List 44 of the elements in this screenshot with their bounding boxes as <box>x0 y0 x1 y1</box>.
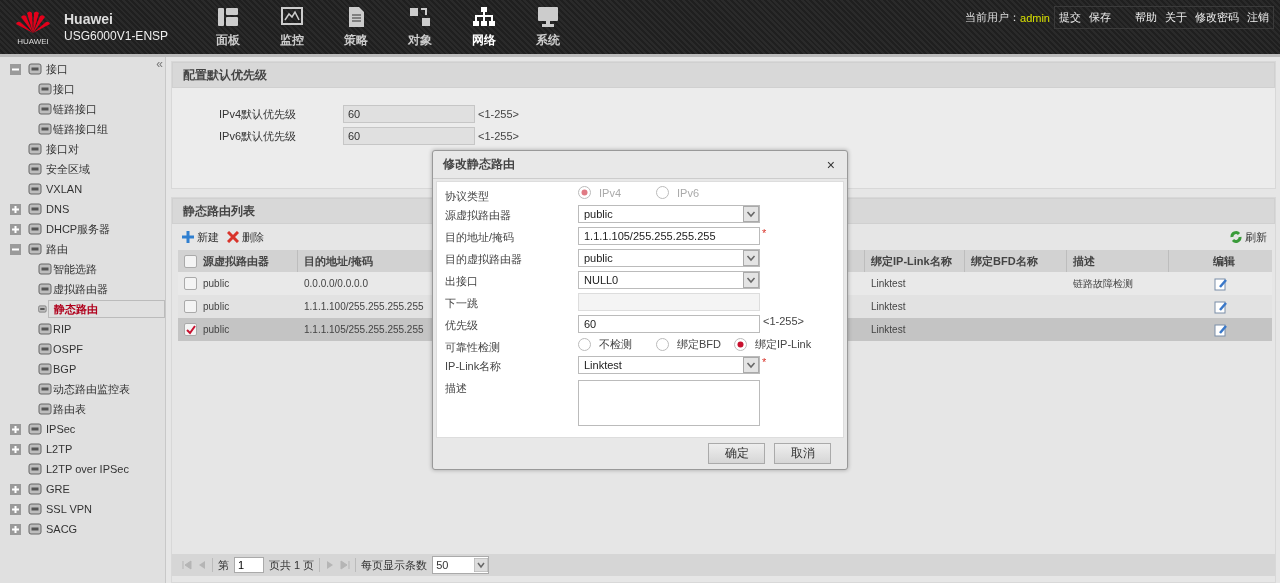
pager-text: 页共 1 页 <box>269 557 315 573</box>
field-label: 优先级 <box>445 318 479 333</box>
field-label: 下一跳 <box>445 296 479 311</box>
table-cell: 0.0.0.0/0.0.0.0 <box>304 278 368 289</box>
required-mark: * <box>762 356 767 368</box>
column-header: 绑定IP-Link名称 <box>871 253 952 269</box>
section-title: 静态路由列表 <box>183 202 255 220</box>
column-header: 目的地址/掩码 <box>304 253 374 269</box>
table-cell: 1.1.1.100/255.255.255.255 <box>304 301 424 312</box>
field-label: IP-Link名称 <box>445 359 503 374</box>
table-cell: public <box>203 324 230 335</box>
field-label: 源虚拟路由器 <box>445 208 512 223</box>
field-label: 目的虚拟路由器 <box>445 252 523 267</box>
section-title: 配置默认优先级 <box>183 66 267 84</box>
table-cell: 链路故障检测 <box>1073 276 1133 291</box>
column-header: 源虚拟路由器 <box>203 253 269 269</box>
table-cell: public <box>203 301 230 312</box>
field-label: 目的地址/掩码 <box>445 230 516 245</box>
field-label: 出接口 <box>445 274 479 289</box>
table-cell: public <box>203 278 230 289</box>
user-label: 当前用户： <box>965 10 1021 25</box>
column-header: 描述 <box>1073 253 1095 269</box>
field-label: IPv4默认优先级 <box>219 106 297 122</box>
required-mark: * <box>762 227 767 239</box>
user-name: admin <box>1020 11 1050 24</box>
dialog-title: 修改静态路由 <box>443 156 515 173</box>
pager-text: 每页显示条数 <box>361 557 428 573</box>
field-label: IPv6默认优先级 <box>219 128 297 144</box>
column-header: 编辑 <box>1212 253 1235 269</box>
column-header: 绑定BFD名称 <box>971 253 1038 269</box>
device-model: USG6000V1-ENSP <box>64 29 170 43</box>
table-cell: Linktest <box>871 301 906 312</box>
brand-text: HUAWEI <box>17 36 49 46</box>
range-hint: <1-255> <box>763 315 804 327</box>
table-cell: Linktest <box>871 324 906 335</box>
field-label: 协议类型 <box>445 189 490 204</box>
field-label: 描述 <box>445 381 468 396</box>
table-cell: 1.1.1.105/255.255.255.255 <box>304 324 424 335</box>
range-hint: <1-255> <box>478 108 519 120</box>
table-cell: Linktest <box>871 278 906 289</box>
pager-text: 第 <box>218 557 229 573</box>
product-title: Huawei <box>64 11 114 27</box>
field-label: 可靠性检测 <box>445 340 501 355</box>
range-hint: <1-255> <box>478 130 519 142</box>
